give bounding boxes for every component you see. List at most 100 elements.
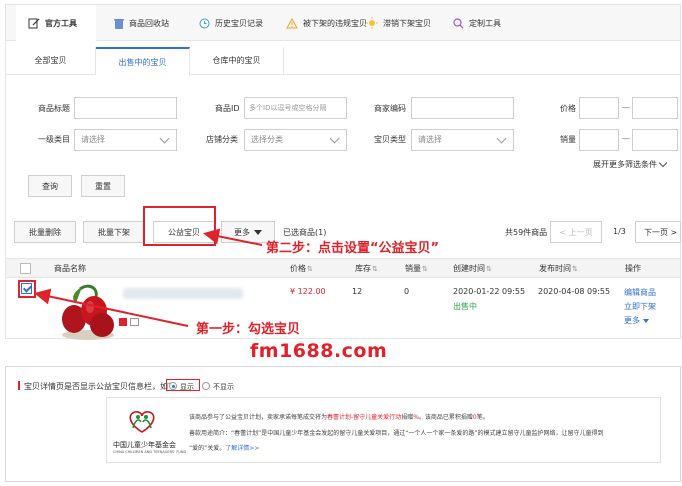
- tool-history[interactable]: 历史宝贝记录: [199, 5, 263, 41]
- row-more-link[interactable]: 更多: [624, 315, 649, 326]
- next-page-button[interactable]: 下一页 >: [635, 221, 681, 243]
- search-button[interactable]: 查询: [28, 175, 72, 197]
- item-type-select[interactable]: 请选择: [411, 129, 514, 151]
- category-label: 一级类目: [38, 135, 70, 144]
- col-published-label: 发布时间: [539, 264, 571, 273]
- tag-icon: [119, 318, 127, 326]
- merchant-code-input[interactable]: [411, 97, 514, 119]
- show-radio[interactable]: [169, 382, 177, 390]
- price-min-input[interactable]: [579, 97, 619, 119]
- sort-icon: ⇅: [422, 265, 428, 273]
- merchant-code-label: 商家编码: [374, 104, 406, 113]
- delist-now-link[interactable]: 立即下架: [624, 301, 656, 312]
- foundation-logo-icon: [129, 411, 155, 433]
- row-status: 出售中: [453, 302, 477, 311]
- tool-label: 滞销下架宝贝: [383, 18, 431, 28]
- edit-icon: [28, 18, 40, 29]
- col-stock[interactable]: 库存⇅: [355, 263, 378, 274]
- tool-label: 定制工具: [469, 18, 501, 28]
- expand-filters-link[interactable]: 展开更多筛选条件: [593, 158, 668, 170]
- product-title-input[interactable]: [74, 97, 177, 119]
- col-created-label: 创建时间: [453, 264, 485, 273]
- foundation-logo-name: 中国儿童少年基金会: [113, 441, 176, 449]
- charity-display-panel: 宝贝详情页是否显示公益宝贝信息栏，如下 显示 不显示 中国儿童少年基金会 CHI…: [5, 366, 681, 482]
- row-sales: 0: [404, 287, 410, 296]
- charity-info-preview: 中国儿童少年基金会 CHINA CHILDREN AND TEENAGERS' …: [106, 397, 661, 463]
- required-marker: [18, 381, 20, 390]
- tool-toolbar: 官方工具 商品回收站 历史宝贝记录 被下架的违规宝贝 滞销下架宝贝 定制工具: [6, 5, 680, 41]
- charity-line-1: 该商品参与了公益宝贝计划，卖家承诺每笔成交将为春蕾计划-留守儿童关爱行动捐赠%。…: [189, 412, 489, 421]
- sales-min-input[interactable]: [579, 129, 619, 151]
- item-type-select-value: 请选择: [418, 135, 442, 144]
- category-select[interactable]: 请选择: [74, 129, 177, 151]
- shop-category-select[interactable]: 选择分类: [244, 129, 347, 151]
- sort-icon: ⇅: [307, 265, 313, 273]
- show-radio-label: 显示: [180, 383, 194, 391]
- row-checkbox[interactable]: [21, 283, 32, 294]
- tab-warehouse[interactable]: 仓库中的宝贝: [190, 47, 284, 75]
- tab-all[interactable]: 全部宝贝: [6, 47, 96, 75]
- charity-line-2b: “春蕾计划”是中国儿童少年基金会发起的留守儿童关爱项目，通过“一个人一个家一条爱…: [231, 430, 604, 437]
- caret-down-icon: [254, 229, 262, 235]
- tool-label: 商品回收站: [129, 18, 169, 28]
- charity-button-highlight: [143, 206, 216, 246]
- tool-violation[interactable]: 被下架的违规宝贝: [286, 5, 367, 41]
- batch-delist-button[interactable]: 批量下架: [83, 221, 145, 243]
- product-management-panel: 官方工具 商品回收站 历史宝贝记录 被下架的违规宝贝 滞销下架宝贝 定制工具 全…: [5, 4, 681, 341]
- tool-label: 官方工具: [45, 18, 77, 28]
- charity-line-1e: 。该商品已累积捐赠: [418, 414, 473, 421]
- product-thumbnail[interactable]: [58, 283, 118, 341]
- trash-icon: [114, 18, 124, 29]
- select-all-checkbox[interactable]: [20, 263, 31, 274]
- tab-on-sale[interactable]: 出售中的宝贝: [96, 47, 190, 76]
- tool-unsold[interactable]: 滞销下架宝贝: [366, 5, 431, 41]
- expand-filters-label: 展开更多筛选条件: [593, 160, 657, 169]
- product-title-redacted[interactable]: [123, 288, 243, 299]
- caret-down-icon: [642, 319, 649, 323]
- category-select-value: 请选择: [81, 135, 105, 144]
- search-icon: [453, 17, 464, 28]
- range-dash: —: [622, 103, 630, 112]
- total-count: 共59件商品: [505, 228, 548, 237]
- item-type-label: 宝贝类型: [374, 135, 406, 144]
- sun-icon: [366, 17, 378, 29]
- col-sales-label: 销量: [405, 264, 421, 273]
- watermark-text: fm1688.com: [250, 340, 388, 362]
- row-published: 2020-04-08 09:55: [538, 287, 611, 296]
- col-created[interactable]: 创建时间⇅: [453, 263, 492, 274]
- row-price: ¥ 122.00: [290, 287, 326, 296]
- range-dash: —: [622, 134, 630, 143]
- col-published[interactable]: 发布时间⇅: [539, 263, 578, 274]
- hide-radio[interactable]: [202, 382, 210, 390]
- tool-label: 被下架的违规宝贝: [303, 18, 367, 28]
- shop-category-select-value: 选择分类: [251, 135, 283, 144]
- prev-page-button[interactable]: < 上一页: [550, 221, 602, 243]
- tool-recycle-bin[interactable]: 商品回收站: [114, 5, 169, 41]
- col-name: 商品名称: [54, 264, 86, 273]
- col-price[interactable]: 价格⇅: [290, 263, 313, 274]
- charity-line-1c: 捐赠: [401, 414, 414, 421]
- reset-button[interactable]: 重置: [81, 175, 125, 197]
- tool-custom[interactable]: 定制工具: [453, 5, 501, 41]
- shop-category-label: 店铺分类: [206, 135, 238, 144]
- price-max-input[interactable]: [632, 97, 678, 119]
- learn-more-link[interactable]: 了解详情>>: [225, 445, 259, 452]
- product-title-label: 商品标题: [38, 104, 70, 113]
- charity-line-2: 善款用途简介：“春蕾计划”是中国儿童少年基金会发起的留守儿童关爱项目，通过“一个…: [189, 428, 603, 437]
- product-id-label: 商品ID: [215, 104, 240, 113]
- step1-annotation: 第一步：勾选宝贝: [196, 322, 301, 337]
- col-price-label: 价格: [290, 264, 306, 273]
- col-stock-label: 库存: [355, 264, 371, 273]
- product-id-input[interactable]: 多个ID以逗号或空格分隔: [244, 97, 347, 119]
- tool-official[interactable]: 官方工具: [16, 5, 96, 41]
- col-sales[interactable]: 销量⇅: [405, 263, 428, 274]
- charity-line-2a: 善款用途简介：: [189, 430, 232, 437]
- batch-delete-button[interactable]: 批量删除: [14, 221, 76, 243]
- row-more-label: 更多: [624, 316, 640, 325]
- chevron-down-icon: [329, 133, 340, 144]
- charity-display-question: 宝贝详情页是否显示公益宝贝信息栏，如下: [24, 382, 176, 391]
- edit-product-link[interactable]: 编辑商品: [624, 287, 656, 298]
- charity-line-3: “爱的”关爱。了解详情>>: [189, 443, 259, 452]
- sales-max-input[interactable]: [632, 129, 678, 151]
- tool-label: 历史宝贝记录: [215, 18, 263, 28]
